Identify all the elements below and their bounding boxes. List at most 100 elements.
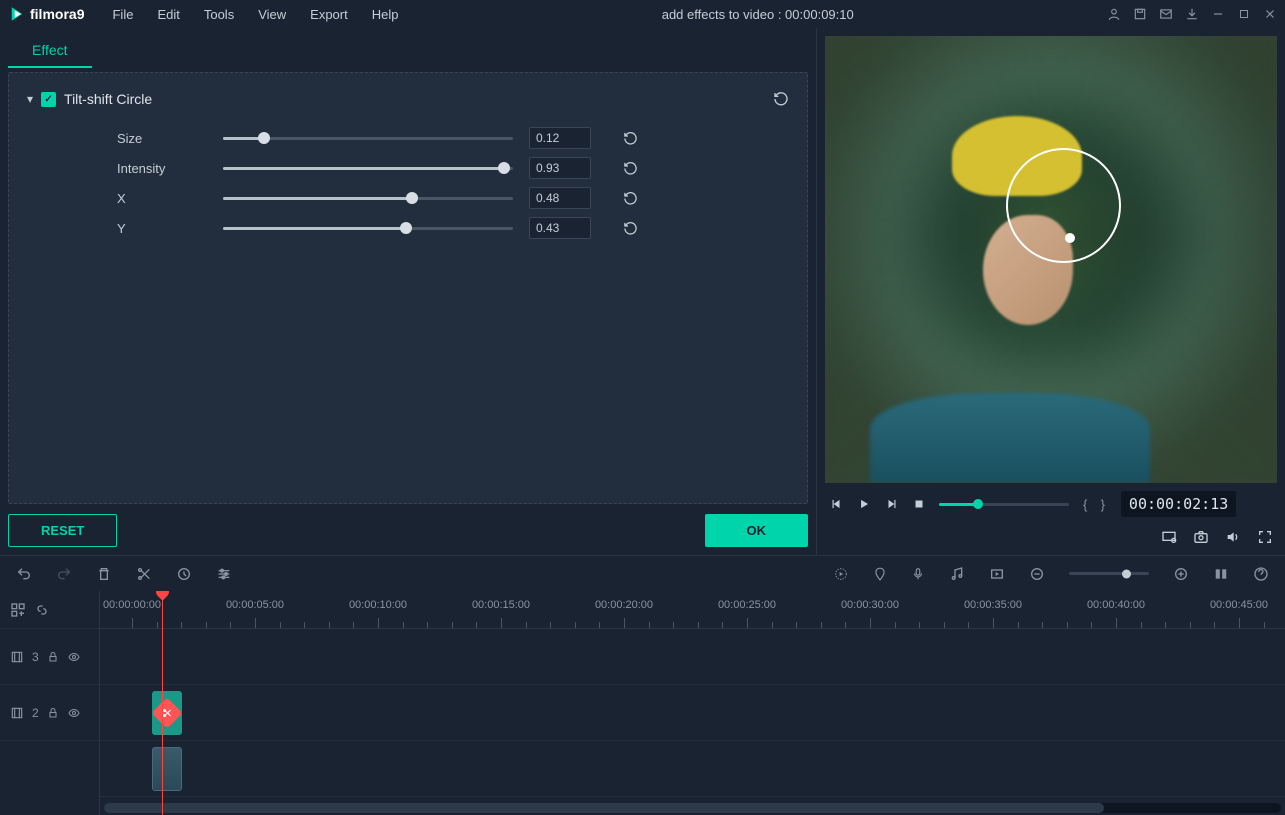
param-slider-3[interactable] xyxy=(223,216,513,240)
eye-icon[interactable] xyxy=(67,651,81,663)
close-icon[interactable] xyxy=(1263,7,1277,21)
maximize-icon[interactable] xyxy=(1237,7,1251,21)
zoom-out-icon[interactable] xyxy=(1029,566,1045,582)
manage-tracks-icon[interactable] xyxy=(10,602,26,618)
menu-help[interactable]: Help xyxy=(362,3,409,26)
param-label-3: Y xyxy=(117,221,207,236)
timeline: 3 2 00:00:00:0000:00:05:0000:00:10:0000:… xyxy=(0,591,1285,815)
track-gap[interactable] xyxy=(100,629,1285,685)
param-reset-1[interactable] xyxy=(623,161,638,176)
save-icon[interactable] xyxy=(1133,7,1147,21)
mail-icon[interactable] xyxy=(1159,7,1173,21)
effect-clip[interactable] xyxy=(152,691,182,735)
download-icon[interactable] xyxy=(1185,7,1199,21)
help-icon[interactable] xyxy=(1253,566,1269,582)
snapshot-icon[interactable] xyxy=(1193,529,1209,545)
fullscreen-icon[interactable] xyxy=(1257,529,1273,545)
timeline-scrollbar[interactable] xyxy=(104,803,1281,813)
prev-frame-button[interactable] xyxy=(829,497,843,511)
link-icon[interactable] xyxy=(34,602,50,618)
ruler-label: 00:00:25:00 xyxy=(718,599,776,611)
preview-panel: { } 00:00:02:13 xyxy=(816,28,1285,555)
param-reset-3[interactable] xyxy=(623,221,638,236)
zoom-in-icon[interactable] xyxy=(1173,566,1189,582)
effect-enable-checkbox[interactable]: ✓ xyxy=(41,92,56,107)
track-header-3: 3 xyxy=(0,629,99,685)
effect-panel: Effect ▾ ✓ Tilt-shift Circle Size Intens… xyxy=(0,28,816,555)
ok-button[interactable]: OK xyxy=(705,514,809,547)
param-label-0: Size xyxy=(117,131,207,146)
timeline-toolbar xyxy=(0,555,1285,591)
param-value-1[interactable] xyxy=(529,157,591,179)
tiltshift-circle-overlay[interactable] xyxy=(1006,148,1121,263)
render-icon[interactable] xyxy=(833,566,849,582)
param-slider-0[interactable] xyxy=(223,126,513,150)
display-settings-icon[interactable] xyxy=(1161,529,1177,545)
titlebar-right xyxy=(1107,7,1277,21)
param-slider-2[interactable] xyxy=(223,186,513,210)
track-header-2: 2 xyxy=(0,685,99,741)
timeline-ruler[interactable]: 00:00:00:0000:00:05:0000:00:10:0000:00:1… xyxy=(100,591,1285,629)
marker-icon[interactable] xyxy=(873,566,887,582)
effect-header: ▾ ✓ Tilt-shift Circle xyxy=(27,85,789,123)
ruler-label: 00:00:30:00 xyxy=(841,599,899,611)
param-value-3[interactable] xyxy=(529,217,591,239)
menubar: File Edit Tools View Export Help xyxy=(102,3,408,26)
menu-export[interactable]: Export xyxy=(300,3,358,26)
menu-view[interactable]: View xyxy=(248,3,296,26)
playhead[interactable] xyxy=(162,591,163,815)
ruler-label: 00:00:45:00 xyxy=(1210,599,1268,611)
lock-icon[interactable] xyxy=(47,707,59,719)
next-frame-button[interactable] xyxy=(885,497,899,511)
zoom-fit-icon[interactable] xyxy=(1213,567,1229,581)
menu-tools[interactable]: Tools xyxy=(194,3,244,26)
track-headers: 3 2 xyxy=(0,591,100,815)
minimize-icon[interactable] xyxy=(1211,7,1225,21)
adjust-icon[interactable] xyxy=(216,566,232,582)
markers-label: { } xyxy=(1083,497,1107,512)
tab-effect[interactable]: Effect xyxy=(8,34,92,68)
split-icon[interactable] xyxy=(136,566,152,582)
ruler-label: 00:00:35:00 xyxy=(964,599,1022,611)
crop-icon[interactable] xyxy=(989,566,1005,582)
tiltshift-center-handle[interactable] xyxy=(1065,233,1075,243)
speed-icon[interactable] xyxy=(176,566,192,582)
ruler-label: 00:00:40:00 xyxy=(1087,599,1145,611)
preview-viewport[interactable] xyxy=(825,36,1277,483)
audio-mixer-icon[interactable] xyxy=(949,566,965,582)
lock-icon[interactable] xyxy=(47,651,59,663)
eye-icon[interactable] xyxy=(67,707,81,719)
param-reset-2[interactable] xyxy=(623,191,638,206)
param-slider-1[interactable] xyxy=(223,156,513,180)
user-icon[interactable] xyxy=(1107,7,1121,21)
track-2[interactable] xyxy=(100,741,1285,797)
track-3[interactable] xyxy=(100,685,1285,741)
ruler-label: 00:00:15:00 xyxy=(472,599,530,611)
film-icon xyxy=(10,650,24,664)
ruler-label: 00:00:20:00 xyxy=(595,599,653,611)
redo-icon[interactable] xyxy=(56,566,72,582)
menu-file[interactable]: File xyxy=(102,3,143,26)
chevron-down-icon[interactable]: ▾ xyxy=(27,92,33,106)
preview-progress[interactable] xyxy=(939,503,1069,506)
param-reset-0[interactable] xyxy=(623,131,638,146)
stop-button[interactable] xyxy=(913,498,925,510)
effect-name: Tilt-shift Circle xyxy=(64,91,152,107)
reset-all-icon[interactable] xyxy=(773,91,789,107)
play-button[interactable] xyxy=(857,497,871,511)
param-label-1: Intensity xyxy=(117,161,207,176)
video-clip[interactable] xyxy=(152,747,182,791)
menu-edit[interactable]: Edit xyxy=(147,3,189,26)
reset-button[interactable]: RESET xyxy=(8,514,117,547)
ruler-label: 00:00:00:00 xyxy=(103,599,161,611)
ruler-label: 00:00:05:00 xyxy=(226,599,284,611)
zoom-slider[interactable] xyxy=(1069,572,1149,575)
delete-icon[interactable] xyxy=(96,566,112,582)
undo-icon[interactable] xyxy=(16,566,32,582)
titlebar: filmora9 File Edit Tools View Export Hel… xyxy=(0,0,1285,28)
volume-icon[interactable] xyxy=(1225,529,1241,545)
window-title: add effects to video : 00:00:09:10 xyxy=(408,7,1107,22)
param-value-0[interactable] xyxy=(529,127,591,149)
param-value-2[interactable] xyxy=(529,187,591,209)
voiceover-icon[interactable] xyxy=(911,566,925,582)
